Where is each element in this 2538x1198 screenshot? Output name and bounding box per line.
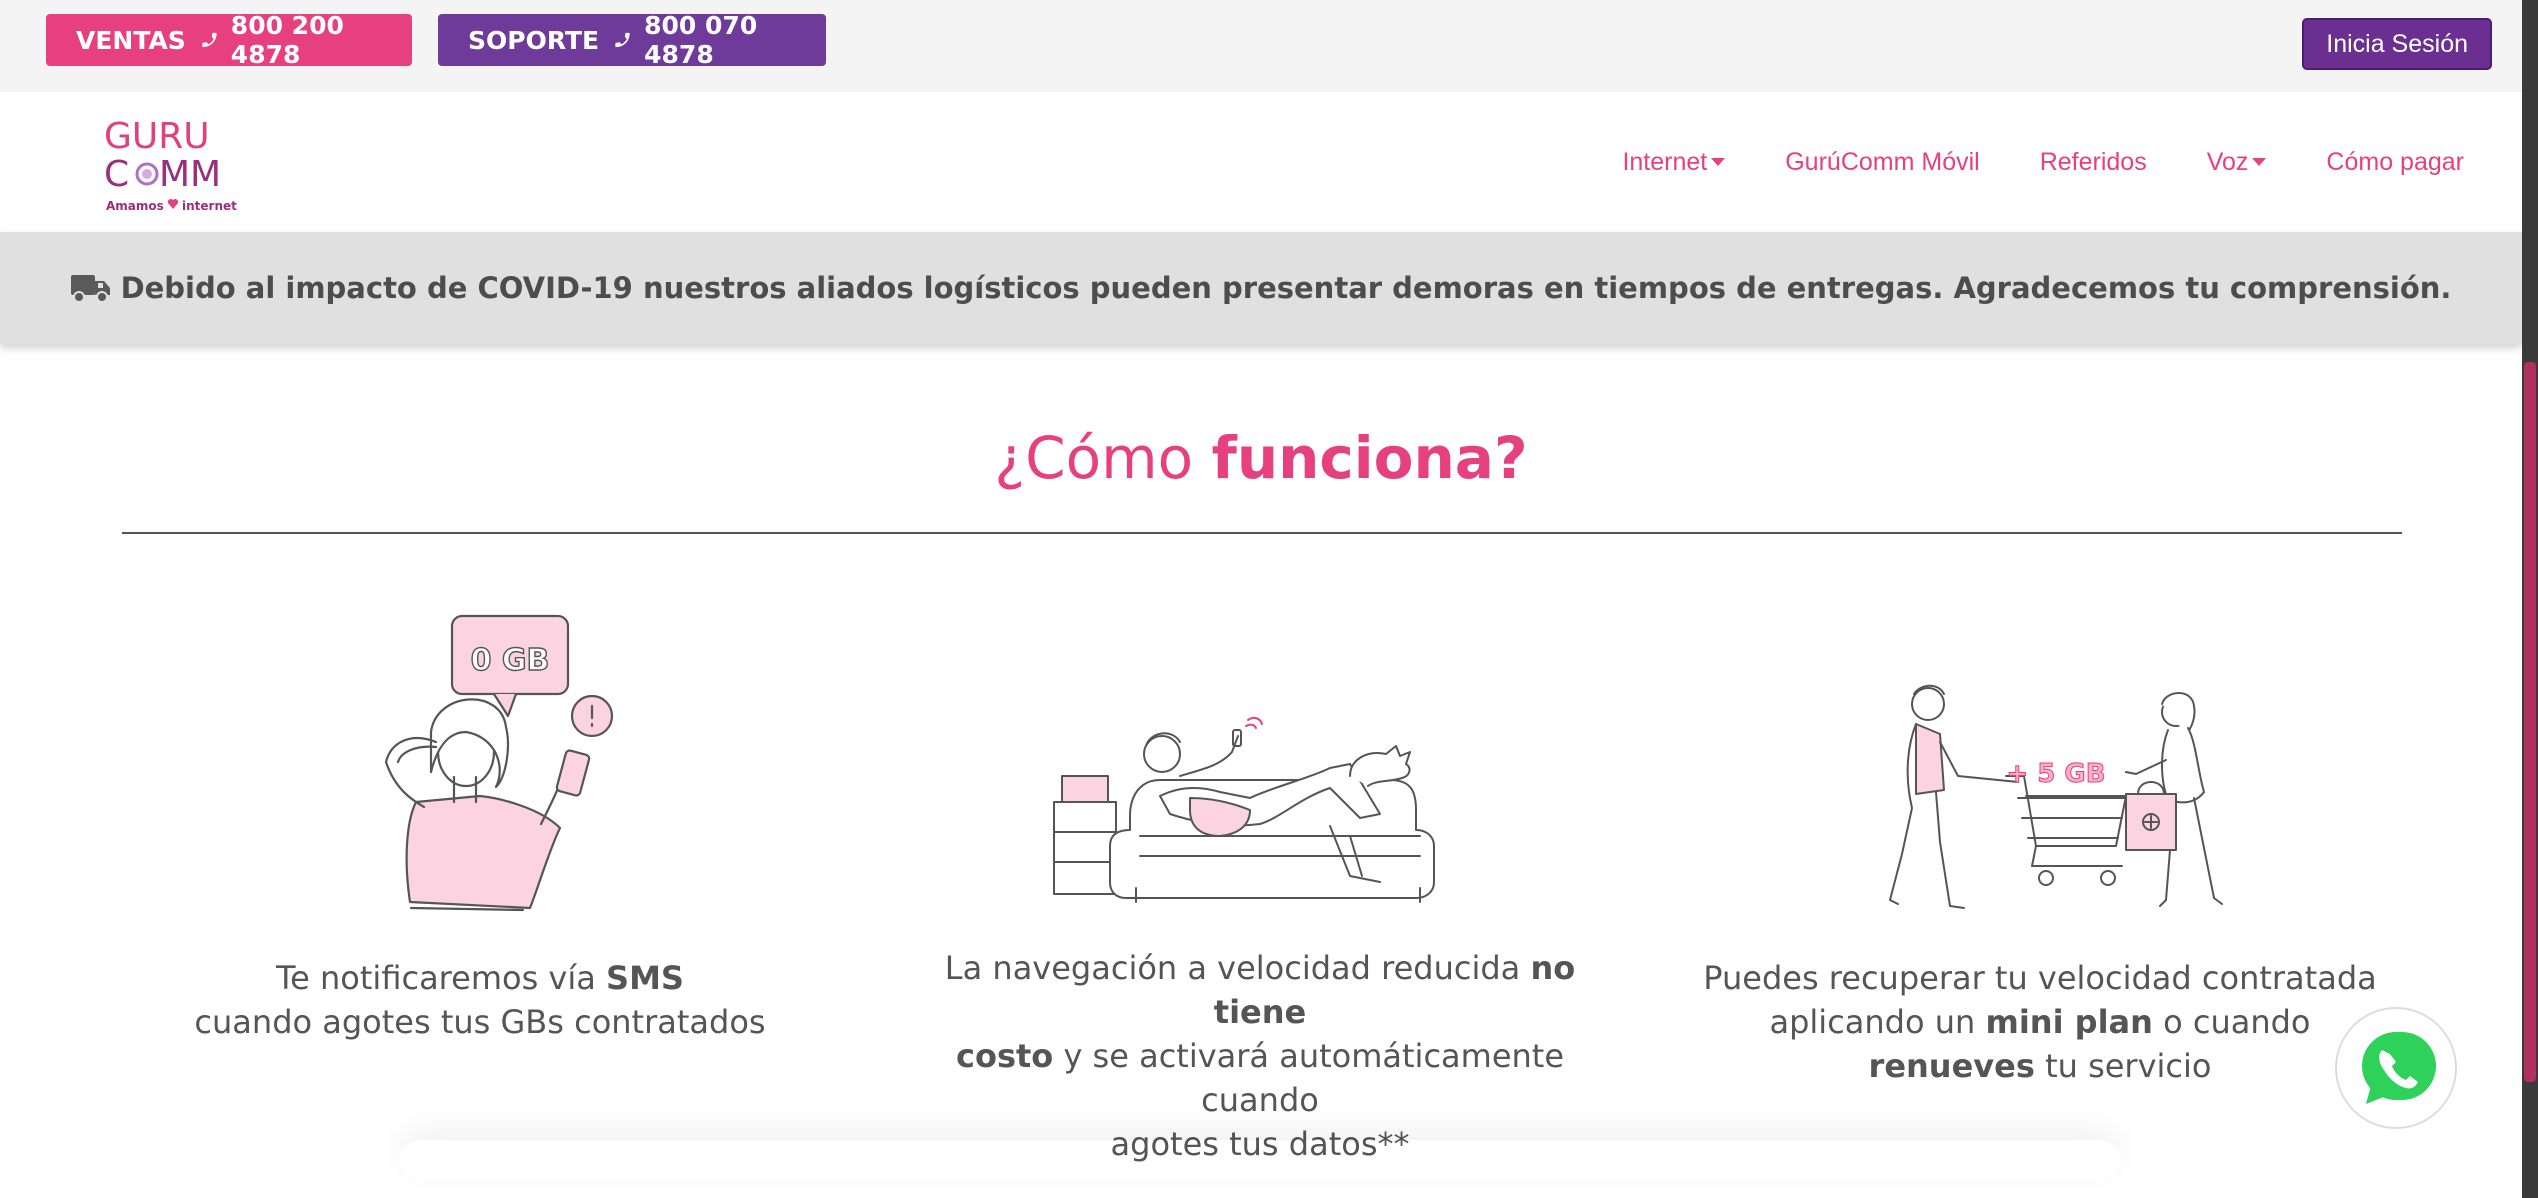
bottom-card-edge xyxy=(400,1140,2120,1180)
shopping-people-illustration: + 5 GB xyxy=(1889,684,2223,909)
section-title: ¿Cómo funciona? xyxy=(0,424,2522,492)
gurucomm-logo[interactable]: GURU C MM Amamos internet xyxy=(102,110,252,218)
section-divider xyxy=(122,532,2402,534)
badge-text: + 5 GB xyxy=(2006,759,2105,789)
nav-item-label: Referidos xyxy=(2039,147,2147,176)
scrollbar-track[interactable] xyxy=(2522,0,2538,1198)
text-bold: renueves xyxy=(1868,1047,2035,1085)
text-span: o cuando xyxy=(2152,1003,2311,1041)
feature-text-sms: Te notificaremos vía SMS cuando agotes t… xyxy=(170,956,790,1044)
text-span: La navegación a velocidad reducida xyxy=(944,949,1531,987)
svg-text:MM: MM xyxy=(159,154,221,195)
svg-text:C: C xyxy=(104,154,129,195)
whatsapp-icon[interactable] xyxy=(2330,1004,2460,1134)
support-phone-button[interactable]: SOPORTE 800 070 4878 xyxy=(438,11,826,69)
sales-phone-number: 800 200 4878 xyxy=(230,11,344,69)
feature-text-reduced-speed: La navegación a velocidad reducida no ti… xyxy=(900,946,1620,1166)
nav-item-gurucomm-movil[interactable]: GurúComm Móvil xyxy=(1785,148,1979,177)
section-title-light: ¿Cómo xyxy=(994,424,1212,492)
text-bold: costo xyxy=(955,1037,1054,1075)
top-contact-bar: VENTAS 800 200 4878 SOPORTE 800 070 4878… xyxy=(0,0,2522,92)
scrollbar-thumb[interactable] xyxy=(2524,362,2536,1082)
sales-label: VENTAS xyxy=(76,25,186,55)
phone-icon xyxy=(615,32,630,48)
main-navbar: GURU C MM Amamos internet Internet GurúC… xyxy=(0,92,2522,232)
text-span: aplicando un xyxy=(1769,1003,1986,1041)
text-span: Te notificaremos vía xyxy=(276,959,607,997)
caret-down-icon xyxy=(2252,158,2267,166)
nav-menu: Internet GurúComm Móvil Referidos Voz Có… xyxy=(1622,92,2464,232)
svg-text:Amamos: Amamos xyxy=(106,199,164,213)
svg-text:GURU: GURU xyxy=(104,116,210,157)
bubble-text: 0 GB xyxy=(471,643,550,678)
text-bold: SMS xyxy=(606,959,684,997)
section-title-bold: funciona? xyxy=(1211,424,1528,492)
covid-notice-banner: Debido al impacto de COVID-19 nuestros a… xyxy=(0,232,2522,344)
support-phone-number: 800 070 4878 xyxy=(644,11,758,69)
nav-item-label: Voz xyxy=(2206,147,2249,176)
nav-item-label: Cómo pagar xyxy=(2326,147,2464,176)
text-line: Puedes recuperar tu velocidad contratada xyxy=(1703,959,2377,997)
text-bold: mini plan xyxy=(1985,1003,2153,1041)
text-span: tu servicio xyxy=(2034,1047,2212,1085)
phone-icon xyxy=(202,32,217,48)
nav-item-como-pagar[interactable]: Cómo pagar xyxy=(2326,148,2464,177)
text-line: cuando agotes tus GBs contratados xyxy=(194,1003,766,1041)
caret-down-icon xyxy=(1711,158,1726,166)
notice-text: Debido al impacto de COVID-19 nuestros a… xyxy=(120,271,2452,305)
nav-item-internet[interactable]: Internet xyxy=(1622,147,1726,177)
nav-item-label: GurúComm Móvil xyxy=(1785,147,1980,176)
person-sofa-illustration xyxy=(1053,716,1435,903)
login-button[interactable]: Inicia Sesión xyxy=(2302,18,2492,70)
woman-phone-illustration: 0 GB xyxy=(384,614,614,912)
truck-icon xyxy=(70,275,110,303)
nav-item-voz[interactable]: Voz xyxy=(2207,148,2267,177)
nav-item-referidos[interactable]: Referidos xyxy=(2040,148,2147,177)
nav-item-label: Internet xyxy=(1622,147,1708,176)
sales-phone-button[interactable]: VENTAS 800 200 4878 xyxy=(46,11,412,69)
feature-text-mini-plan: Puedes recuperar tu velocidad contratada… xyxy=(1700,956,2380,1088)
text-span: y se activará automáticamente cuando xyxy=(1053,1037,1565,1119)
support-label: SOPORTE xyxy=(468,25,600,55)
svg-text:internet: internet xyxy=(182,199,237,213)
